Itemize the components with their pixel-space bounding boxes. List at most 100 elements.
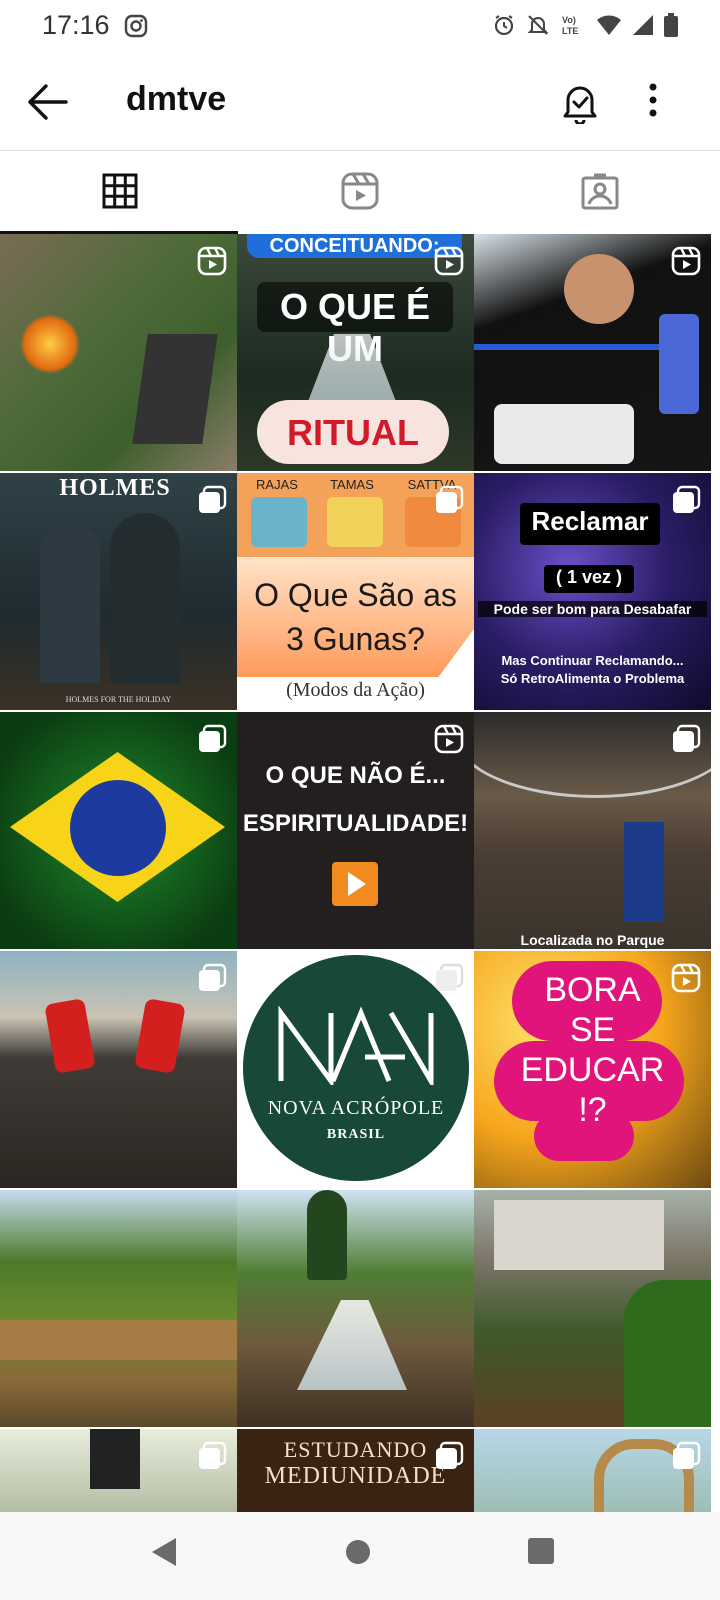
person-image <box>40 523 100 683</box>
nav-recents-icon[interactable] <box>526 1536 556 1571</box>
post-thumbnail[interactable]: HOLMES HOLMES FOR THE HOLIDAY <box>0 473 237 710</box>
post-button-text: RITUAL <box>287 412 419 453</box>
cross-image <box>90 1429 140 1489</box>
post-line: EDUCAR <box>520 1051 665 1089</box>
post-thumbnail[interactable] <box>474 1429 711 1512</box>
post-subtitle: ( 1 vez ) <box>555 567 623 587</box>
tent-image <box>132 334 218 444</box>
post-line: Só RetroAlimenta o Problema <box>500 671 685 686</box>
post-thumbnail[interactable] <box>0 234 237 471</box>
profile-username: dmtve <box>126 80 227 118</box>
person-image <box>494 404 634 464</box>
post-line: O QUE NÃO É... <box>265 762 446 789</box>
tab-tagged[interactable] <box>480 150 720 232</box>
post-thumbnail[interactable]: RAJAS TAMAS SATTVA O Que São as 3 Gunas?… <box>237 473 474 710</box>
post-thumbnail[interactable] <box>0 1429 237 1512</box>
post-line: Pode ser bom para Desabafar <box>478 601 707 617</box>
post-banner-text: CONCEITUANDO: <box>269 235 440 257</box>
brand-name: NOVA ACRÓPOLE <box>267 1097 445 1119</box>
poster-title: HOLMES <box>59 475 171 501</box>
notification-bell-icon[interactable] <box>560 80 600 129</box>
phone-image <box>659 314 699 414</box>
post-thumbnail[interactable] <box>474 1190 711 1427</box>
alarm-icon <box>494 15 514 36</box>
post-thumbnail[interactable] <box>237 1190 474 1427</box>
tagged-person-icon <box>581 173 619 210</box>
profile-header: dmtve <box>0 54 720 151</box>
carousel-badge-icon <box>671 485 701 520</box>
nav-home-icon[interactable] <box>340 1534 376 1575</box>
carousel-badge-icon <box>671 724 701 759</box>
reel-badge-icon <box>434 724 464 759</box>
gunas-headline-1: O Que São as <box>254 577 457 613</box>
campfire-image <box>20 314 80 374</box>
svg-text:Vo): Vo) <box>562 15 576 25</box>
reel-badge-icon <box>671 246 701 281</box>
flag-globe <box>70 780 166 876</box>
rock-ledge-image <box>0 1320 237 1360</box>
post-thumbnail[interactable]: Reclamar ( 1 vez ) Pode ser bom para Des… <box>474 473 711 710</box>
gunas-headline-2: 3 Gunas? <box>286 621 425 657</box>
guna-label: TAMAS <box>330 477 374 492</box>
post-thumbnail[interactable]: Localizada no Parque <box>474 712 711 949</box>
reels-icon <box>341 172 379 210</box>
instagram-icon <box>124 14 148 43</box>
svg-text:LTE: LTE <box>562 26 578 36</box>
post-line: Mas Continuar Reclamando... <box>501 653 684 668</box>
carousel-badge-icon <box>434 485 464 520</box>
more-options-icon[interactable] <box>648 82 658 123</box>
battery-icon <box>664 13 678 37</box>
carousel-badge-icon <box>197 1441 227 1476</box>
post-title: Reclamar <box>531 506 649 536</box>
carousel-badge-icon <box>434 1441 464 1476</box>
post-thumbnail[interactable] <box>0 1190 237 1427</box>
poster-caption: HOLMES FOR THE HOLIDAY <box>65 695 172 704</box>
profile-tabs <box>0 150 720 234</box>
status-bar: 17:16 Vo) LTE <box>0 0 720 54</box>
posts-grid: CONCEITUANDO: O QUE É UM RITUAL HOLMES H… <box>0 234 720 1512</box>
building-image <box>494 1200 664 1270</box>
gunas-caption: (Modos da Ação) <box>286 679 425 701</box>
gym-machine-image <box>624 822 664 922</box>
reel-badge-icon <box>671 963 701 998</box>
post-thumbnail[interactable]: BORA SE EDUCAR !? <box>474 951 711 1188</box>
carousel-badge-icon <box>671 1441 701 1476</box>
carousel-badge-icon <box>197 963 227 998</box>
post-thumbnail[interactable]: NOVA ACRÓPOLE BRASIL <box>237 951 474 1188</box>
tab-reels[interactable] <box>240 150 480 232</box>
nav-back-icon[interactable] <box>148 1532 180 1577</box>
post-thumbnail[interactable] <box>0 712 237 949</box>
carousel-badge-icon <box>434 963 464 998</box>
status-icons: Vo) LTE <box>492 12 678 38</box>
post-line: ESPIRITUALIDADE! <box>242 810 469 837</box>
play-button-icon <box>332 862 378 906</box>
reel-badge-icon <box>197 246 227 281</box>
wifi-icon <box>597 15 621 35</box>
signal-icon <box>633 15 653 35</box>
carousel-badge-icon <box>197 485 227 520</box>
bush-image <box>624 1280 711 1427</box>
tab-posts[interactable] <box>0 150 240 234</box>
volte-icon: Vo)LTE <box>562 15 578 36</box>
mute-bell-icon <box>527 15 549 35</box>
person-image <box>110 513 180 683</box>
back-arrow-icon[interactable] <box>26 82 70 127</box>
post-thumbnail[interactable]: CONCEITUANDO: O QUE É UM RITUAL <box>237 234 474 471</box>
carousel-badge-icon <box>197 724 227 759</box>
post-line: !? <box>578 1091 607 1129</box>
waterfall-image <box>297 1300 407 1390</box>
system-navigation-bar <box>0 1512 720 1600</box>
post-thumbnail[interactable]: O QUE NÃO É... ESPIRITUALIDADE! <box>237 712 474 949</box>
post-caption: Localizada no Parque <box>520 932 665 948</box>
person-face-image <box>564 254 634 324</box>
post-line: SE <box>569 1011 616 1049</box>
person-image <box>44 998 96 1074</box>
tree-image <box>307 1190 347 1280</box>
status-time: 17:16 <box>42 10 110 40</box>
brand-country: BRASIL <box>326 1127 386 1142</box>
reel-badge-icon <box>434 246 464 281</box>
post-thumbnail[interactable] <box>0 951 237 1188</box>
grid-icon <box>102 173 138 209</box>
post-thumbnail[interactable]: ESTUDANDO MEDIUNIDADE <box>237 1429 474 1512</box>
post-thumbnail[interactable] <box>474 234 711 471</box>
